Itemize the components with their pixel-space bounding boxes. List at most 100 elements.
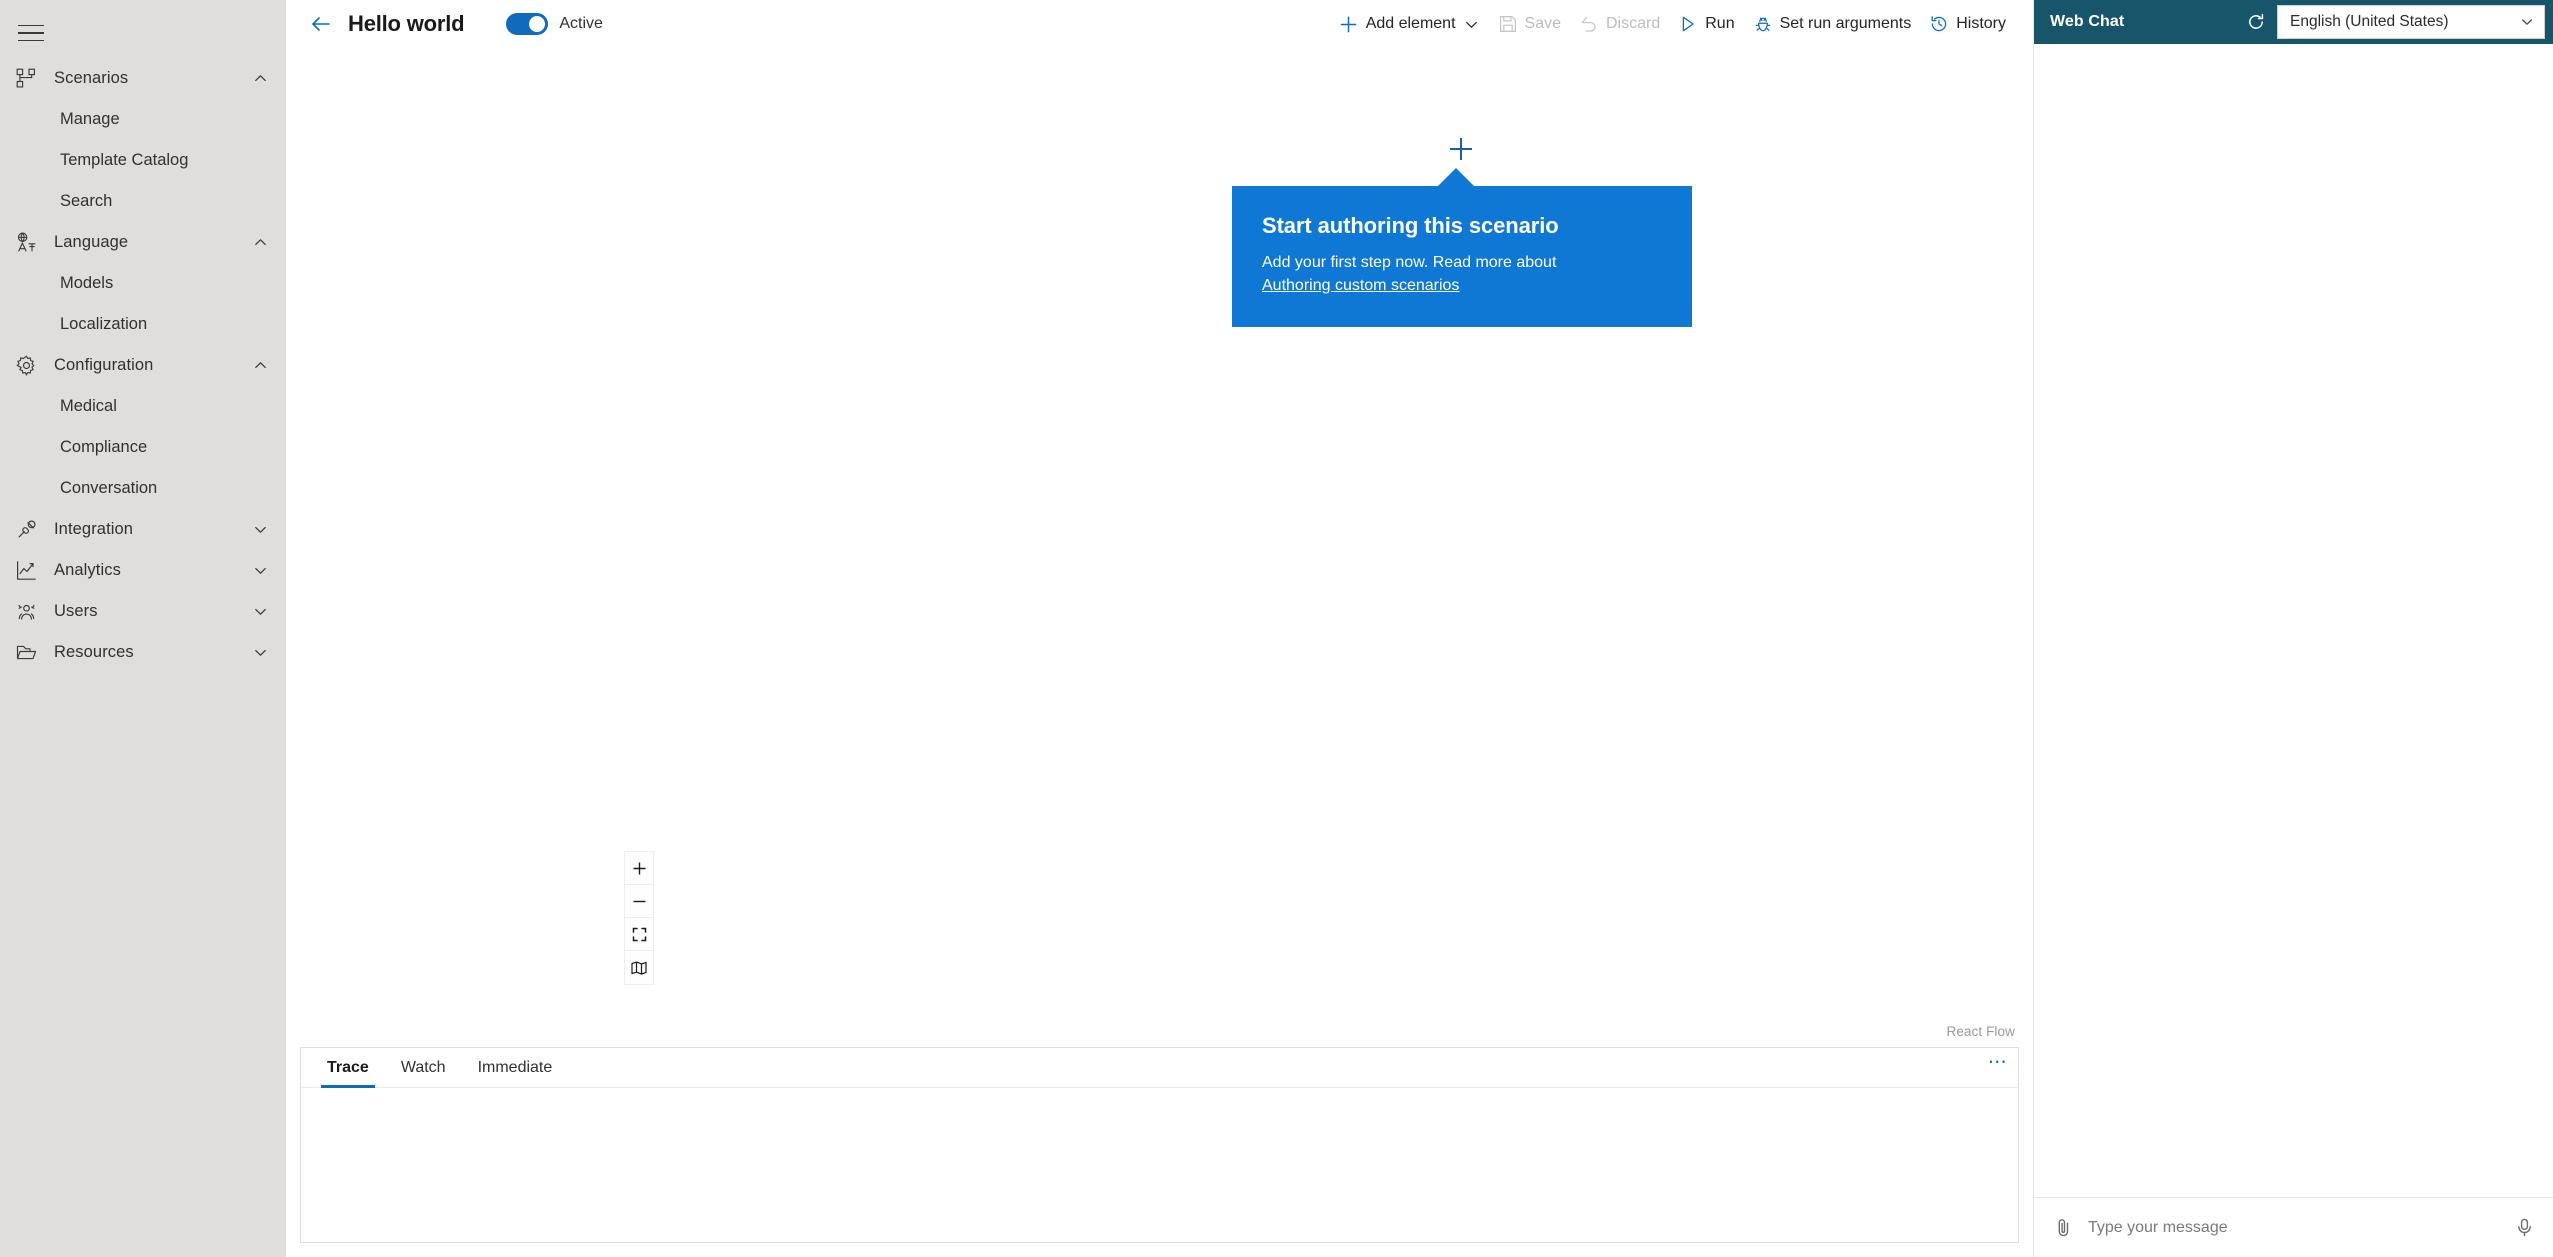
chevron-up-icon bbox=[252, 358, 268, 374]
toggle-minimap-button[interactable] bbox=[625, 951, 653, 984]
discard-button: Discard bbox=[1570, 5, 1669, 43]
flowchart-icon bbox=[16, 68, 46, 90]
callout-body-text: Add your first step now. Read more about bbox=[1262, 254, 1557, 271]
chevron-down-icon bbox=[252, 604, 268, 620]
sidebar-group-label: Scenarios bbox=[54, 69, 129, 87]
chevron-up-icon bbox=[252, 71, 268, 87]
save-disk-icon bbox=[1498, 14, 1518, 34]
save-button: Save bbox=[1489, 5, 1570, 43]
hamburger-menu-icon[interactable] bbox=[4, 8, 58, 58]
paperclip-icon[interactable] bbox=[2046, 1211, 2080, 1245]
sidebar: Scenarios Manage Template Catalog Search Lan… bbox=[0, 0, 286, 1257]
sidebar-item-localization[interactable]: Localization bbox=[0, 304, 286, 345]
web-chat-input-area bbox=[2034, 1197, 2553, 1257]
tab-immediate[interactable]: Immediate bbox=[468, 1048, 563, 1087]
sidebar-item-medical[interactable]: Medical bbox=[0, 386, 286, 427]
page-title: Hello world bbox=[348, 11, 465, 36]
command-bar: Hello world Active Add element Save Discar… bbox=[286, 0, 2033, 48]
chevron-down-icon bbox=[2520, 15, 2534, 29]
command-label: Discard bbox=[1606, 15, 1661, 32]
web-chat-transcript bbox=[2034, 44, 2553, 1197]
app-root: Scenarios Manage Template Catalog Search Lan… bbox=[0, 0, 2553, 1257]
language-select[interactable]: English (United States) bbox=[2277, 5, 2545, 39]
people-icon bbox=[16, 601, 46, 623]
command-label: History bbox=[1956, 15, 2006, 32]
zoom-in-button[interactable] bbox=[625, 852, 653, 885]
sidebar-item-manage[interactable]: Manage bbox=[0, 99, 286, 140]
debug-panel-tabs: Trace Watch Immediate ⋯ bbox=[301, 1048, 2018, 1088]
sidebar-item-template-catalog[interactable]: Template Catalog bbox=[0, 140, 286, 181]
chevron-down-icon bbox=[252, 563, 268, 579]
sidebar-group-label: Users bbox=[54, 602, 98, 620]
language-select-value: English (United States) bbox=[2290, 13, 2449, 30]
gear-icon bbox=[16, 355, 46, 377]
web-chat-title: Web Chat bbox=[2050, 13, 2125, 30]
start-authoring-callout: Start authoring this scenario Add your f… bbox=[1232, 186, 1692, 328]
toggle-track bbox=[506, 13, 549, 35]
zoom-out-button[interactable] bbox=[625, 885, 653, 918]
sidebar-group-integration[interactable]: Integration bbox=[0, 509, 286, 550]
set-run-arguments-button[interactable]: Set run arguments bbox=[1744, 5, 1921, 43]
sidebar-item-models[interactable]: Models bbox=[0, 263, 286, 304]
fit-view-button[interactable] bbox=[625, 918, 653, 951]
callout-body: Add your first step now. Read more about… bbox=[1262, 252, 1662, 297]
plus-icon[interactable] bbox=[1446, 134, 1476, 164]
chevron-down-icon bbox=[252, 645, 268, 661]
callout-title: Start authoring this scenario bbox=[1262, 213, 1559, 238]
hamburger-bars bbox=[18, 24, 44, 42]
sidebar-item-search[interactable]: Search bbox=[0, 181, 286, 222]
sidebar-item-conversation[interactable]: Conversation bbox=[0, 468, 286, 509]
tab-trace[interactable]: Trace bbox=[317, 1048, 379, 1088]
command-label: Run bbox=[1705, 15, 1735, 32]
chevron-down-icon[interactable] bbox=[1464, 16, 1480, 32]
back-arrow-icon[interactable] bbox=[304, 7, 338, 41]
flow-canvas[interactable]: Start authoring this scenario Add your f… bbox=[286, 48, 2033, 1047]
folder-icon bbox=[16, 642, 46, 664]
main-content: Hello world Active Add element Save Discar… bbox=[286, 0, 2033, 1257]
command-bar-actions: Add element Save Discard Run Set run argumen… bbox=[1330, 5, 2023, 43]
command-label: Save bbox=[1524, 15, 1561, 32]
sidebar-group-scenarios[interactable]: Scenarios bbox=[0, 58, 286, 99]
web-chat-panel: Web Chat English (United States) bbox=[2033, 0, 2553, 1257]
play-triangle-icon bbox=[1678, 14, 1698, 34]
chevron-down-icon bbox=[252, 522, 268, 538]
overflow-menu-icon[interactable]: ⋯ bbox=[1978, 1048, 2018, 1087]
microphone-icon[interactable] bbox=[2507, 1211, 2541, 1245]
tab-list: Trace Watch Immediate bbox=[317, 1048, 574, 1088]
toggle-knob bbox=[529, 16, 546, 32]
sidebar-group-users[interactable]: Users bbox=[0, 591, 286, 632]
chevron-up-icon bbox=[252, 235, 268, 251]
run-button[interactable]: Run bbox=[1669, 5, 1743, 43]
history-clock-icon bbox=[1929, 14, 1949, 34]
sidebar-group-analytics[interactable]: Analytics bbox=[0, 550, 286, 591]
callout-beak bbox=[1437, 168, 1475, 187]
history-button[interactable]: History bbox=[1920, 5, 2015, 43]
undo-arrow-icon bbox=[1579, 14, 1599, 34]
add-element-button[interactable]: Add element bbox=[1330, 5, 1489, 43]
plus-icon bbox=[1339, 14, 1359, 34]
canvas-zoom-controls bbox=[624, 851, 654, 985]
authoring-custom-scenarios-link[interactable]: Authoring custom scenarios bbox=[1262, 277, 1459, 294]
sidebar-group-resources[interactable]: Resources bbox=[0, 632, 286, 673]
debug-panel-content bbox=[301, 1088, 2018, 1242]
chat-message-input[interactable] bbox=[2080, 1218, 2507, 1237]
web-chat-header: Web Chat English (United States) bbox=[2034, 0, 2553, 44]
react-flow-attribution: React Flow bbox=[1946, 1024, 2015, 1039]
debug-panel: Trace Watch Immediate ⋯ bbox=[300, 1047, 2019, 1243]
plug-connected-icon bbox=[16, 519, 46, 541]
bug-icon bbox=[1753, 14, 1773, 34]
sidebar-group-language[interactable]: Language bbox=[0, 222, 286, 263]
refresh-icon[interactable] bbox=[2241, 7, 2271, 37]
command-label: Set run arguments bbox=[1779, 15, 1912, 32]
translate-icon bbox=[16, 232, 46, 254]
sidebar-group-label: Resources bbox=[54, 643, 134, 661]
sidebar-nav: Scenarios Manage Template Catalog Search Lan… bbox=[0, 58, 286, 673]
sidebar-group-configuration[interactable]: Configuration bbox=[0, 345, 286, 386]
command-label: Add element bbox=[1365, 15, 1456, 32]
tab-watch[interactable]: Watch bbox=[391, 1048, 456, 1087]
sidebar-group-label: Analytics bbox=[54, 561, 121, 579]
sidebar-item-compliance[interactable]: Compliance bbox=[0, 427, 286, 468]
sidebar-group-label: Integration bbox=[54, 520, 134, 538]
line-chart-icon bbox=[16, 560, 46, 582]
active-toggle[interactable]: Active bbox=[506, 13, 603, 35]
